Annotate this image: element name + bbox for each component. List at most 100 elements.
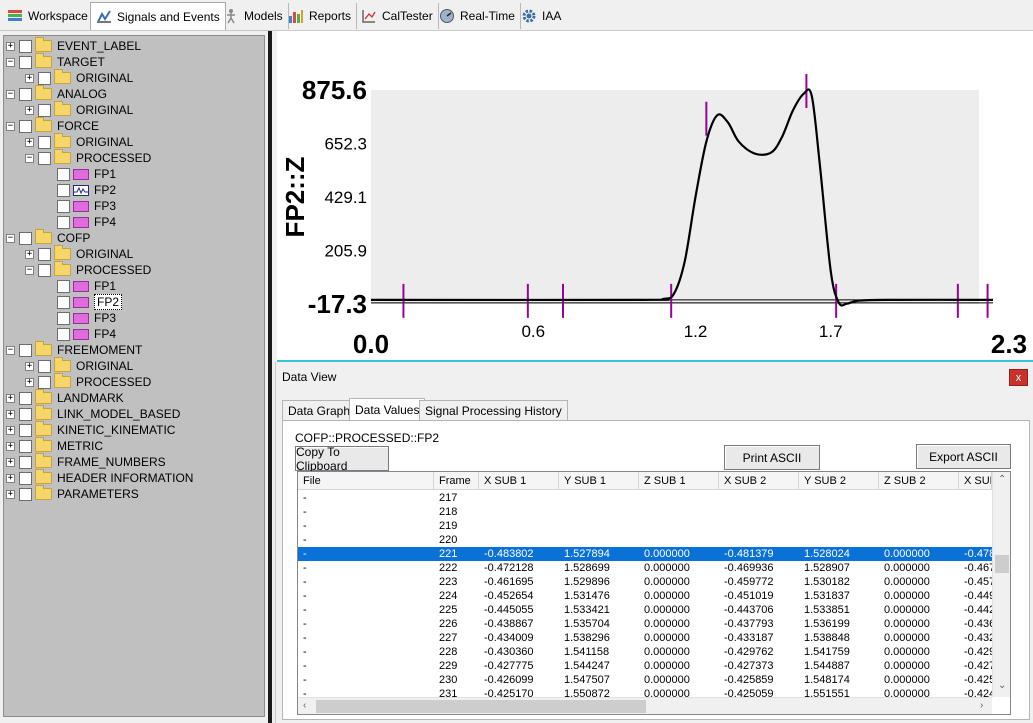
tree-item[interactable]: FP2	[44, 182, 116, 198]
tree-item[interactable]: FP2	[44, 294, 123, 310]
table-row[interactable]: - 223 -0.461695 1.529896 0.000000 -0.459772 1.…	[298, 575, 992, 589]
tree-item-checkbox[interactable]	[19, 391, 32, 405]
vertical-scroll-thumb[interactable]	[995, 555, 1009, 573]
tree-item-checkbox[interactable]	[19, 87, 32, 101]
tree-item[interactable]: − FORCE	[6, 117, 99, 134]
tree-item-checkbox[interactable]	[57, 311, 70, 325]
collapse-icon[interactable]: −	[25, 265, 34, 275]
tree-item[interactable]: + HEADER INFORMATION	[6, 469, 193, 486]
expand-icon[interactable]: +	[25, 249, 34, 259]
tree-item-checkbox[interactable]	[57, 327, 70, 341]
expand-icon[interactable]: +	[6, 441, 15, 451]
column-header[interactable]: X SUB 1	[479, 472, 559, 490]
expand-icon[interactable]: +	[6, 457, 15, 467]
signal-graph[interactable]: 875.6 652.3 429.1 205.9 -17.3 0.0 0.6 1.2 1.7 2.…	[277, 31, 1033, 360]
tree-item[interactable]: − PROCESSED	[25, 261, 151, 278]
table-row[interactable]: - 227 -0.434009 1.538296 0.000000 -0.433187 1.…	[298, 631, 992, 645]
tab-signal-processing-history[interactable]: Signal Processing History	[419, 400, 568, 420]
table-row[interactable]: - 229 -0.427775 1.544247 0.000000 -0.427373 1.…	[298, 659, 992, 673]
collapse-icon[interactable]: −	[6, 89, 15, 99]
data-values-table[interactable]: File Frame X SUB 1Y SUB 1Z SUB 1X SUB 2Y S…	[297, 471, 1011, 715]
column-header[interactable]: Frame	[434, 472, 479, 490]
export-ascii-button[interactable]: Export ASCII	[916, 444, 1011, 469]
scroll-down-icon[interactable]: ⌄	[998, 680, 1006, 691]
column-header[interactable]: X SUB	[959, 472, 992, 490]
tree-item[interactable]: − PROCESSED	[25, 149, 151, 166]
vertical-scrollbar[interactable]: ⌃ ⌄	[992, 472, 1010, 697]
collapse-icon[interactable]: −	[6, 345, 15, 355]
tree-item-checkbox[interactable]	[38, 103, 51, 117]
table-row[interactable]: - 219	[298, 519, 992, 533]
tree-item[interactable]: + ORIGINAL	[25, 101, 133, 118]
tree-item-checkbox[interactable]	[38, 359, 51, 373]
collapse-icon[interactable]: −	[6, 121, 15, 131]
tree-item[interactable]: FP1	[44, 166, 116, 182]
scroll-right-icon[interactable]: ›	[980, 700, 983, 711]
tree-item-checkbox[interactable]	[38, 263, 51, 277]
table-row[interactable]: - 221 -0.483802 1.527894 0.000000 -0.481379 1.…	[298, 547, 992, 561]
horizontal-scrollbar[interactable]: ‹ ›	[298, 697, 992, 714]
tree-item[interactable]: − ANALOG	[6, 85, 107, 102]
tree-item[interactable]: FP4	[44, 214, 116, 230]
tree-item-checkbox[interactable]	[19, 423, 32, 437]
expand-icon[interactable]: +	[25, 377, 34, 387]
tree-item-checkbox[interactable]	[38, 375, 51, 389]
column-header[interactable]: X SUB 2	[719, 472, 799, 490]
tree-item-checkbox[interactable]	[19, 439, 32, 453]
tree-item-checkbox[interactable]	[19, 471, 32, 485]
table-row[interactable]: - 226 -0.438867 1.535704 0.000000 -0.437793 1.…	[298, 617, 992, 631]
column-header[interactable]: Z SUB 1	[639, 472, 719, 490]
tab-signals-and-events[interactable]: Signals and Events	[90, 2, 226, 30]
tree-item-checkbox[interactable]	[19, 343, 32, 357]
tree-item[interactable]: + ORIGINAL	[25, 245, 133, 262]
tree-item-checkbox[interactable]	[19, 455, 32, 469]
table-row[interactable]: - 222 -0.472128 1.528699 0.000000 -0.469936 1.…	[298, 561, 992, 575]
tree-item-checkbox[interactable]	[19, 231, 32, 245]
expand-icon[interactable]: +	[25, 73, 34, 83]
tree-item[interactable]: + LANDMARK	[6, 389, 124, 406]
expand-icon[interactable]: +	[25, 361, 34, 371]
tree-item[interactable]: + METRIC	[6, 437, 103, 454]
collapse-icon[interactable]: −	[6, 233, 15, 243]
print-ascii-button[interactable]: Print ASCII	[724, 445, 820, 470]
tree-item-checkbox[interactable]	[38, 151, 51, 165]
table-row[interactable]: - 228 -0.430360 1.541158 0.000000 -0.429762 1.…	[298, 645, 992, 659]
expand-icon[interactable]: +	[6, 489, 15, 499]
tree-item[interactable]: FP3	[44, 198, 116, 214]
close-button[interactable]: x	[1009, 369, 1028, 386]
tab-reports[interactable]: Reports	[283, 3, 358, 29]
tree-item-checkbox[interactable]	[57, 295, 70, 309]
table-row[interactable]: - 224 -0.452654 1.531476 0.000000 -0.451019 1.…	[298, 589, 992, 603]
table-row[interactable]: - 225 -0.445055 1.533421 0.000000 -0.443706 1.…	[298, 603, 992, 617]
tree-item[interactable]: + ORIGINAL	[25, 357, 133, 374]
tree-item[interactable]: + ORIGINAL	[25, 69, 133, 86]
collapse-icon[interactable]: −	[25, 153, 34, 163]
tab-iaa[interactable]: IAA	[516, 3, 566, 29]
expand-icon[interactable]: +	[6, 409, 15, 419]
tree-item-checkbox[interactable]	[19, 39, 32, 53]
table-row[interactable]: - 218	[298, 505, 992, 519]
tab-data-values[interactable]: Data Values	[349, 398, 426, 421]
tree-item-checkbox[interactable]	[57, 215, 70, 229]
tree-item[interactable]: + KINETIC_KINEMATIC	[6, 421, 175, 438]
tree-item-checkbox[interactable]	[19, 119, 32, 133]
tree-item-checkbox[interactable]	[19, 407, 32, 421]
table-row[interactable]: - 230 -0.426099 1.547507 0.000000 -0.425859 1.…	[298, 673, 992, 687]
tree-item-checkbox[interactable]	[57, 199, 70, 213]
tree-item[interactable]: FP1	[44, 278, 116, 294]
expand-icon[interactable]: +	[25, 137, 34, 147]
tree-item[interactable]: − FREEMOMENT	[6, 341, 142, 358]
tree-item[interactable]: + FRAME_NUMBERS	[6, 453, 166, 470]
tab-data-graph[interactable]: Data Graph	[282, 400, 357, 420]
collapse-icon[interactable]: −	[6, 57, 15, 67]
expand-icon[interactable]: +	[6, 425, 15, 435]
tree-item[interactable]: + PARAMETERS	[6, 485, 139, 502]
expand-icon[interactable]: +	[25, 105, 34, 115]
column-header[interactable]: Y SUB 2	[799, 472, 879, 490]
tree-item[interactable]: FP3	[44, 310, 116, 326]
expand-icon[interactable]: +	[6, 41, 15, 51]
tree-item[interactable]: FP4	[44, 326, 116, 342]
horizontal-scroll-thumb[interactable]	[316, 700, 646, 713]
tree-item[interactable]: + EVENT_LABEL	[6, 37, 141, 54]
tree-item-checkbox[interactable]	[57, 183, 70, 197]
